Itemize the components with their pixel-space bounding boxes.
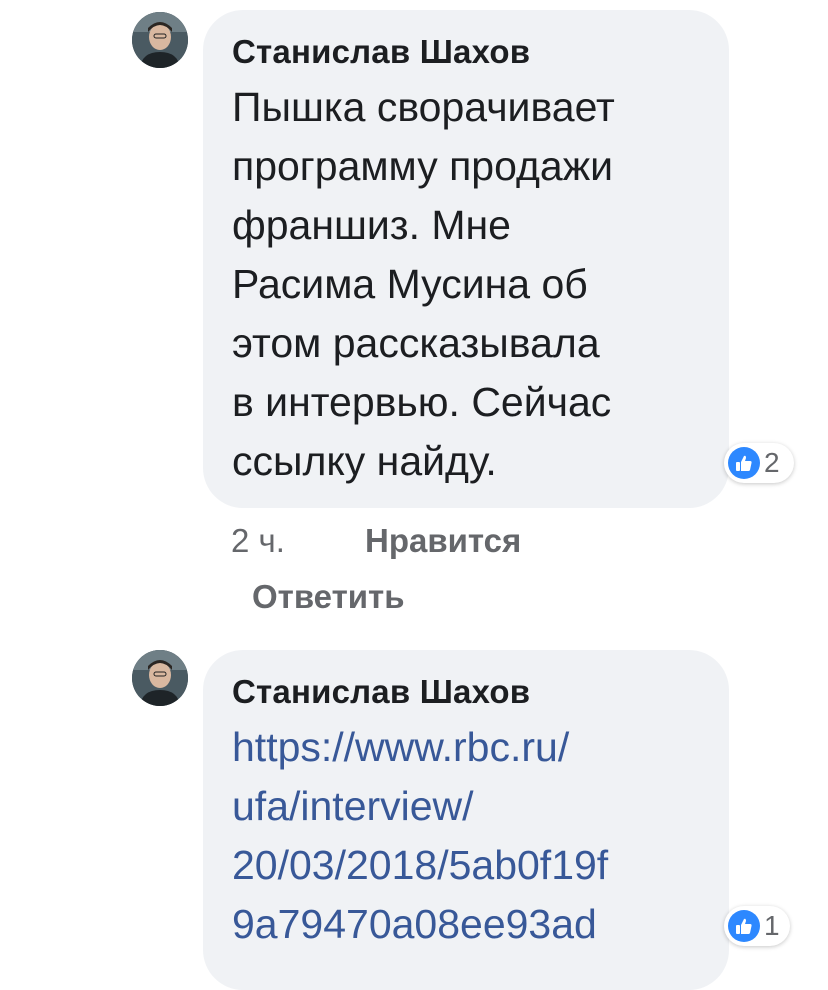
avatar[interactable] xyxy=(132,650,188,706)
comment-bubble: Станислав Шахов Пышка сворачивает програ… xyxy=(203,10,729,508)
comment-author[interactable]: Станислав Шахов xyxy=(232,672,701,712)
reaction-count: 2 xyxy=(764,447,780,478)
thumbs-up-icon xyxy=(728,910,760,942)
comment-text-line: Пышка сворачивает xyxy=(232,84,615,130)
comment-text-line: Расима Мусина об xyxy=(232,261,588,307)
comment-time[interactable]: 2 ч. xyxy=(231,522,285,560)
reaction-summary[interactable]: 2 xyxy=(724,443,794,483)
reply-button[interactable]: Ответить xyxy=(252,578,405,616)
comment-text-line: франшиз. Мне xyxy=(232,202,511,248)
link-line[interactable]: 20/03/2018/5ab0f19f xyxy=(232,836,701,895)
reaction-count: 1 xyxy=(764,910,780,941)
like-button[interactable]: Нравится xyxy=(365,522,521,560)
link-line[interactable]: 9a79470a08ee93ad xyxy=(232,895,701,954)
comment-text-line: в интервью. Сейчас xyxy=(232,379,612,425)
comment-link[interactable]: https://www.rbc.ru/ ufa/interview/ 20/03… xyxy=(232,718,701,954)
comment-author[interactable]: Станислав Шахов xyxy=(232,32,701,72)
comment-text-line: ссылку найду. xyxy=(232,438,497,484)
comment-text-line: программу продажи xyxy=(232,143,614,189)
avatar[interactable] xyxy=(132,12,188,68)
avatar-image xyxy=(132,650,188,706)
thumbs-up-icon xyxy=(728,447,760,479)
avatar-image xyxy=(132,12,188,68)
reaction-summary[interactable]: 1 xyxy=(724,906,790,946)
comment-bubble: Станислав Шахов https://www.rbc.ru/ ufa/… xyxy=(203,650,729,990)
link-line[interactable]: https://www.rbc.ru/ xyxy=(232,718,701,777)
comment-text-line: этом рассказывала xyxy=(232,320,600,366)
link-line[interactable]: ufa/interview/ xyxy=(232,777,701,836)
comment-text: Пышка сворачивает программу продажи фран… xyxy=(232,78,701,491)
